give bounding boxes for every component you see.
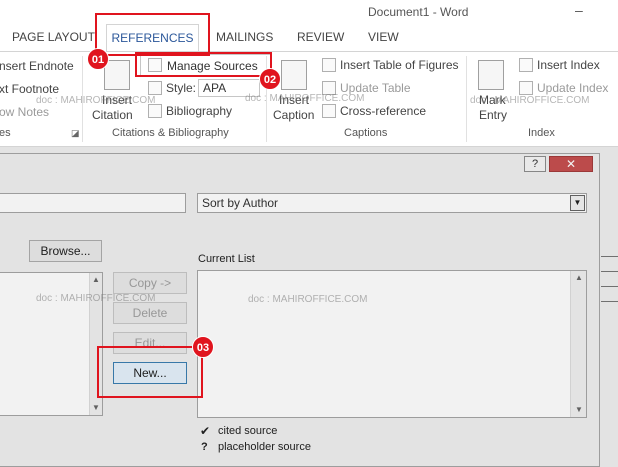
title-bar: Document1 - Word – xyxy=(0,0,618,26)
tab-page-layout[interactable]: PAGE LAYOUT xyxy=(12,30,95,44)
minimize-icon[interactable]: – xyxy=(575,2,583,18)
new-source-button[interactable]: New... xyxy=(113,362,187,384)
sort-select[interactable]: Sort by Author xyxy=(197,193,587,213)
next-footnote-button[interactable]: xt Footnote xyxy=(0,82,59,96)
check-icon: ✔ xyxy=(200,424,211,438)
step-badge-1: 01 xyxy=(87,48,109,70)
close-button[interactable]: ✕ xyxy=(549,156,593,172)
style-label: Style: xyxy=(166,81,197,95)
copy-button[interactable]: Copy -> xyxy=(113,272,187,294)
watermark: doc : MAHIROFFICE.COM xyxy=(470,95,590,106)
watermark: doc : MAHIROFFICE.COM xyxy=(36,95,156,106)
scroll-up-icon[interactable]: ▲ xyxy=(575,273,583,282)
tab-mailings[interactable]: MAILINGS xyxy=(216,30,273,44)
manage-sources-label[interactable]: Manage Sources xyxy=(167,59,258,73)
style-icon xyxy=(148,81,162,95)
search-input[interactable] xyxy=(0,193,186,213)
help-button[interactable]: ? xyxy=(524,156,546,172)
insert-endnote-button[interactable]: nsert Endnote xyxy=(0,59,74,73)
chevron-down-icon[interactable]: ▼ xyxy=(570,195,585,211)
cited-source-legend: cited source xyxy=(218,425,278,437)
question-icon: ? xyxy=(201,441,208,453)
update-index-icon xyxy=(519,81,533,95)
watermark: doc : MAHIROFFICE.COM xyxy=(245,93,365,104)
manage-sources-icon xyxy=(148,58,162,72)
insert-caption-label-2[interactable]: Caption xyxy=(273,108,314,122)
watermark: doc : MAHIROFFICE.COM xyxy=(248,294,368,305)
step-badge-2: 02 xyxy=(259,68,281,90)
citations-group-label: Citations & Bibliography xyxy=(112,127,229,139)
mark-entry-icon[interactable] xyxy=(478,60,504,90)
scroll-down-icon[interactable]: ▼ xyxy=(575,405,583,414)
insert-citation-label-2[interactable]: Citation xyxy=(92,108,133,122)
background-document-edge xyxy=(601,256,618,302)
placeholder-source-legend: placeholder source xyxy=(218,441,311,453)
current-list-scrollbar[interactable]: ▲ ▼ xyxy=(570,271,586,417)
bibliography-button[interactable]: Bibliography xyxy=(166,104,232,118)
window-title: Document1 - Word xyxy=(368,5,469,19)
insert-index-button[interactable]: Insert Index xyxy=(537,58,600,72)
cross-reference-button[interactable]: Cross-reference xyxy=(340,104,426,118)
insert-index-icon xyxy=(519,58,533,72)
tab-references[interactable]: REFERENCES xyxy=(106,24,199,52)
bibliography-icon xyxy=(148,104,162,118)
delete-button[interactable]: Delete xyxy=(113,302,187,324)
mark-entry-label-2[interactable]: Entry xyxy=(479,108,507,122)
group-divider xyxy=(466,56,467,142)
scroll-up-icon[interactable]: ▲ xyxy=(92,275,100,284)
index-group-label: Index xyxy=(528,127,555,139)
edit-button[interactable]: Edit... xyxy=(113,332,187,354)
current-list-label: Current List xyxy=(198,253,255,265)
dialog-launcher-icon[interactable]: ◪ xyxy=(71,128,80,139)
show-notes-button[interactable]: ow Notes xyxy=(0,105,49,119)
current-list[interactable] xyxy=(197,270,587,418)
browse-button[interactable]: Browse... xyxy=(29,240,102,262)
insert-citation-icon[interactable] xyxy=(104,60,130,90)
insert-table-of-figures-button[interactable]: Insert Table of Figures xyxy=(340,58,459,72)
step-badge-3: 03 xyxy=(192,336,214,358)
tab-view[interactable]: VIEW xyxy=(368,30,399,44)
captions-group-label: Captions xyxy=(344,127,388,139)
tab-review[interactable]: REVIEW xyxy=(297,30,344,44)
table-of-figures-icon xyxy=(322,58,336,72)
update-index-button[interactable]: Update Index xyxy=(537,81,608,95)
footnotes-group-label: es xyxy=(0,127,11,139)
insert-caption-icon[interactable] xyxy=(281,60,307,90)
watermark: doc : MAHIROFFICE.COM xyxy=(36,293,156,304)
scroll-down-icon[interactable]: ▼ xyxy=(92,403,100,412)
cross-reference-icon xyxy=(322,104,336,118)
